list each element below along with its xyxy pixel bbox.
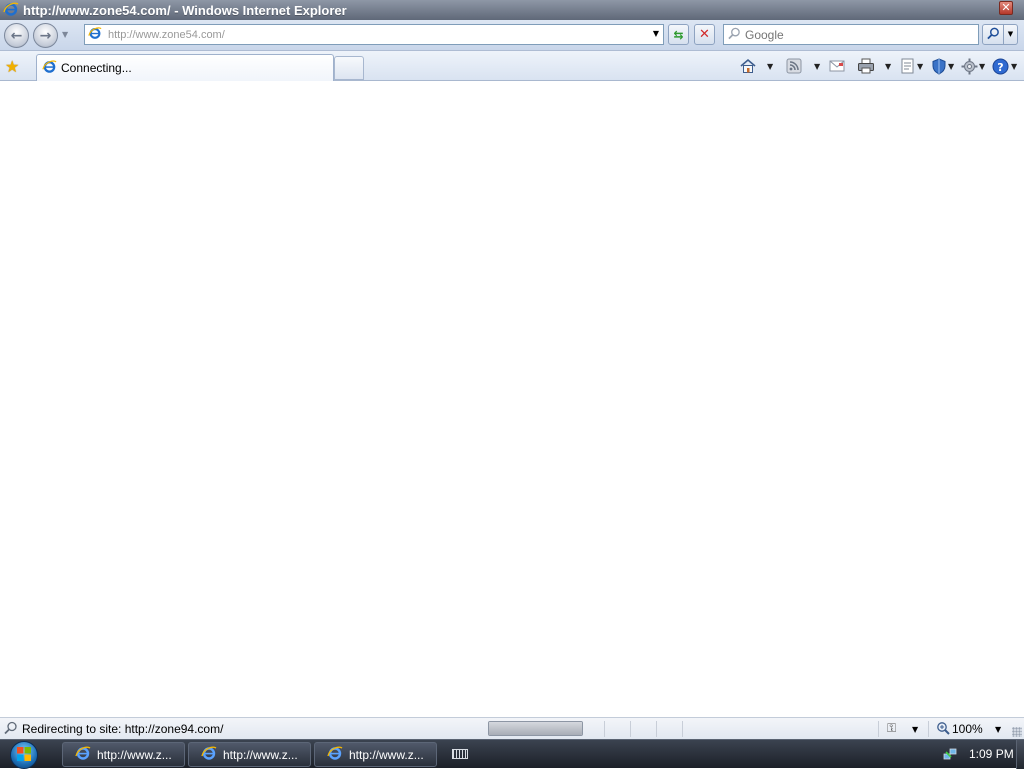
taskbar-button[interactable]: http://www.z... — [62, 742, 185, 767]
zone-dropdown-icon[interactable]: ▼ — [912, 725, 918, 734]
tab-connecting[interactable]: Connecting... — [36, 54, 334, 81]
title-bar[interactable]: http://www.zone54.com/ - Windows Interne… — [0, 0, 1024, 20]
network-tray-icon[interactable] — [942, 746, 958, 765]
page-dropdown-icon[interactable]: ▼ — [917, 62, 923, 71]
protected-mode-icon[interactable]: ⚿ — [887, 721, 896, 736]
status-bar: Redirecting to site: http://zone94.com/ … — [0, 717, 1024, 739]
loading-progress-fill — [489, 722, 582, 735]
home-icon[interactable] — [739, 57, 757, 75]
tools-dropdown-icon[interactable]: ▼ — [979, 62, 985, 71]
search-input[interactable] — [745, 27, 965, 42]
search-options-dropdown[interactable]: ▼ — [1004, 24, 1018, 45]
page-icon — [88, 26, 102, 43]
status-divider — [928, 721, 929, 737]
status-divider — [630, 721, 631, 737]
back-button[interactable]: ← — [4, 23, 29, 48]
tab-page-icon — [42, 59, 57, 77]
safety-dropdown-icon[interactable]: ▼ — [948, 62, 954, 71]
print-icon[interactable] — [857, 57, 875, 75]
taskbar-button-label: http://www.z... — [97, 747, 172, 762]
status-search-icon — [4, 721, 18, 738]
windows-logo-icon — [16, 746, 32, 765]
tab-bar: ★ Connecting... ▼ ▼ ▼ ▼ ▼ ▼ ? ▼ — [0, 51, 1024, 81]
status-divider — [656, 721, 657, 737]
safety-shield-icon[interactable] — [931, 57, 947, 75]
forward-button[interactable]: → — [33, 23, 58, 48]
help-dropdown-icon[interactable]: ▼ — [1011, 62, 1017, 71]
taskbar-button-label: http://www.z... — [349, 747, 424, 762]
search-go-button[interactable] — [982, 24, 1004, 45]
page-content[interactable] — [0, 81, 1024, 717]
feeds-dropdown-icon[interactable]: ▼ — [814, 62, 820, 71]
feeds-icon[interactable] — [786, 57, 802, 75]
status-divider — [682, 721, 683, 737]
taskbar: http://www.z... http://www.z... http://w… — [0, 739, 1024, 769]
status-divider — [604, 721, 605, 737]
zoom-dropdown-icon[interactable]: ▼ — [995, 725, 1001, 734]
system-clock[interactable]: 1:09 PM — [969, 747, 1014, 761]
tools-gear-icon[interactable] — [961, 57, 978, 75]
close-window-button[interactable]: ✕ — [999, 1, 1013, 15]
address-input[interactable]: http://www.zone54.com/ — [108, 29, 225, 41]
favorites-star-icon[interactable]: ★ — [5, 57, 19, 76]
resize-grip[interactable] — [1012, 727, 1022, 737]
svg-text:?: ? — [997, 60, 1003, 73]
status-divider — [878, 721, 879, 737]
internet-explorer-icon — [3, 1, 19, 20]
refresh-button[interactable]: ⇆ — [668, 24, 689, 45]
search-box[interactable] — [723, 24, 979, 45]
read-mail-icon[interactable] — [829, 57, 845, 75]
keyboard-language-icon[interactable] — [452, 749, 468, 759]
stop-button[interactable]: ✕ — [694, 24, 715, 45]
status-text: Redirecting to site: http://zone94.com/ — [22, 722, 224, 736]
taskbar-button-label: http://www.z... — [223, 747, 298, 762]
loading-progress-bar — [488, 721, 583, 736]
navigation-bar: ← → ▼ http://www.zone54.com/ ▼ ⇆ ✕ ▼ — [0, 20, 1024, 51]
search-go-icon — [986, 27, 1000, 43]
taskbar-button[interactable]: http://www.z... — [314, 742, 437, 767]
show-desktop-button[interactable] — [1016, 740, 1024, 769]
taskbar-button[interactable]: http://www.z... — [188, 742, 311, 767]
internet-explorer-icon — [201, 745, 217, 764]
search-icon — [728, 27, 741, 43]
address-dropdown-icon[interactable]: ▼ — [653, 29, 659, 38]
start-button[interactable] — [10, 741, 38, 769]
address-bar[interactable]: http://www.zone54.com/ ▼ — [84, 24, 664, 45]
tab-label: Connecting... — [61, 61, 132, 75]
zoom-icon[interactable] — [936, 721, 950, 738]
internet-explorer-icon — [327, 745, 343, 764]
internet-explorer-icon — [75, 745, 91, 764]
page-menu-icon[interactable] — [900, 57, 916, 75]
print-dropdown-icon[interactable]: ▼ — [885, 62, 891, 71]
help-icon[interactable]: ? — [992, 57, 1009, 75]
recent-pages-dropdown-icon[interactable]: ▼ — [62, 30, 68, 39]
zoom-level[interactable]: 100% — [952, 722, 983, 736]
new-tab-button[interactable] — [334, 56, 364, 80]
home-dropdown-icon[interactable]: ▼ — [767, 62, 773, 71]
window-title: http://www.zone54.com/ - Windows Interne… — [23, 2, 347, 18]
